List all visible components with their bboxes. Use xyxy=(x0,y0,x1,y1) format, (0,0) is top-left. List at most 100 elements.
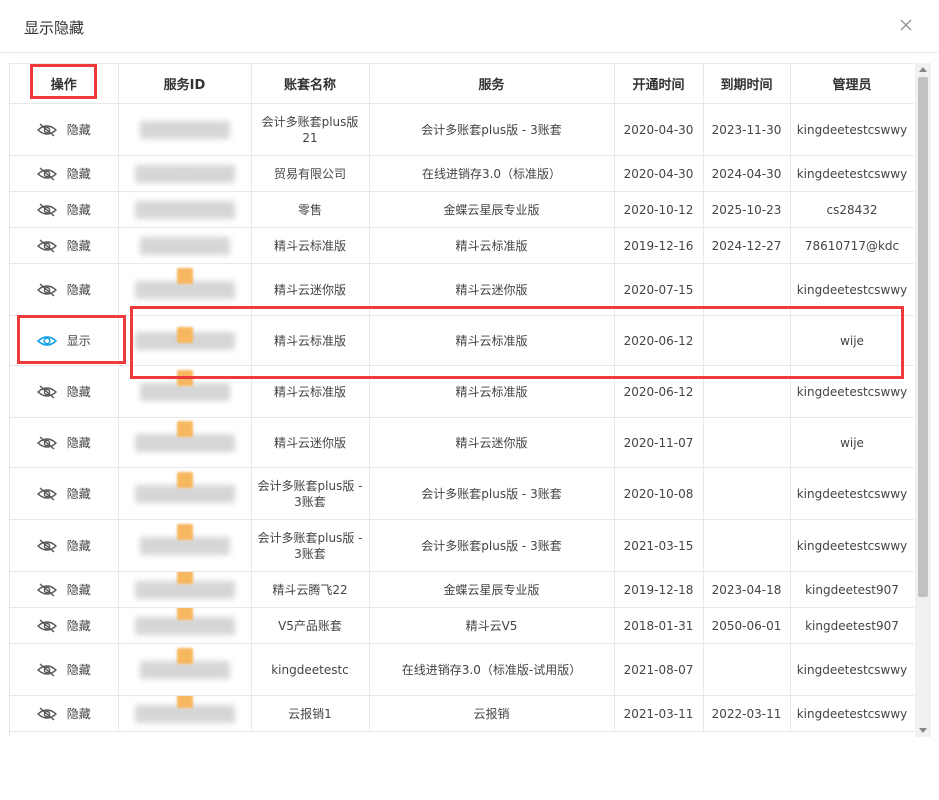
op-label: 显示 xyxy=(66,333,91,348)
service-cell: 会计多账套plus版 - 3账套 xyxy=(369,519,615,572)
expire-time-cell: 2023-04-18 xyxy=(703,571,791,608)
redacted-blur xyxy=(134,200,235,219)
service-id-cell xyxy=(118,695,252,732)
expire-time-cell xyxy=(703,417,791,468)
eye-closed-icon xyxy=(36,122,57,137)
eye-closed-icon xyxy=(36,238,57,253)
table-header-row: 操作 服务ID 账套名称 服务 开通时间 到期时间 管理员 xyxy=(10,63,914,104)
open-time-cell: 2018-01-31 xyxy=(614,607,704,644)
redacted-badge xyxy=(176,523,193,540)
col-header-expire-time: 到期时间 xyxy=(703,63,791,104)
service-table: 操作 服务ID 账套名称 服务 开通时间 到期时间 管理员 隐藏 7 0 会计多… xyxy=(10,63,914,732)
op-label: 隐藏 xyxy=(66,282,91,297)
table-row: 隐藏 7 0 会计多账套plus版21 会计多账套plus版 - 3账套 202… xyxy=(10,103,914,156)
redacted-badge xyxy=(176,420,193,437)
account-name-cell: 精斗云迷你版 xyxy=(251,263,370,316)
expire-time-cell: 2023-11-30 xyxy=(703,103,791,156)
close-icon[interactable] xyxy=(895,14,917,36)
open-time-cell: 2020-11-07 xyxy=(614,417,704,468)
table-row: 隐藏 精斗云标准版 精斗云标准版 2019-12-16 2024-12-27 7… xyxy=(10,227,914,264)
open-time-cell: 2020-04-30 xyxy=(614,103,704,156)
hide-toggle-button[interactable]: 隐藏 xyxy=(16,435,112,451)
table-row: 隐藏 精斗云迷你版 精斗云迷你版 2020-11-07 wije xyxy=(10,417,914,468)
service-id-cell xyxy=(118,607,252,644)
account-name-cell: 会计多账套plus版21 xyxy=(251,103,370,156)
open-time-cell: 2020-06-12 xyxy=(614,315,704,366)
eye-closed-icon xyxy=(36,202,57,217)
hide-toggle-button[interactable]: 隐藏 xyxy=(16,282,112,298)
hide-toggle-button[interactable]: 隐藏 xyxy=(16,538,112,554)
expire-time-cell xyxy=(703,643,791,696)
redacted-badge xyxy=(176,369,193,386)
expire-time-cell: 2050-06-01 xyxy=(703,607,791,644)
hide-toggle-button[interactable]: 隐藏 xyxy=(16,618,112,634)
table-row: 隐藏 kingdeetestc 在线进销存3.0（标准版-试用版） 2021-0… xyxy=(10,643,914,696)
redacted-badge xyxy=(176,326,193,343)
expire-time-cell xyxy=(703,519,791,572)
op-label: 隐藏 xyxy=(66,538,91,553)
dialog-title: 显示隐藏 xyxy=(24,19,85,37)
redacted-badge xyxy=(176,607,193,620)
eye-closed-icon xyxy=(36,282,57,297)
col-header-op: 操作 xyxy=(10,63,119,104)
account-name-cell: 精斗云标准版 xyxy=(251,227,370,264)
eye-closed-icon xyxy=(36,538,57,553)
service-id-cell xyxy=(118,417,252,468)
account-name-cell: 会计多账套plus版 - 3账套 xyxy=(251,467,370,520)
col-header-account: 账套名称 xyxy=(251,63,370,104)
op-cell: 显示 xyxy=(10,315,119,366)
hide-toggle-button[interactable]: 隐藏 xyxy=(16,384,112,400)
service-cell: 会计多账套plus版 - 3账套 xyxy=(369,103,615,156)
service-cell: 在线进销存3.0（标准版） xyxy=(369,155,615,192)
scroll-up-icon[interactable] xyxy=(919,67,927,72)
table-row: 隐藏 会计多账套plus版 - 3账套 会计多账套plus版 - 3账套 202… xyxy=(10,467,914,520)
service-id-cell: 796 xyxy=(118,315,252,366)
op-cell: 隐藏 xyxy=(10,607,119,644)
service-cell: 精斗云标准版 xyxy=(369,365,615,418)
eye-closed-icon xyxy=(36,486,57,501)
scroll-thumb[interactable] xyxy=(918,77,928,597)
op-label: 隐藏 xyxy=(66,662,91,677)
hide-toggle-button[interactable]: 隐藏 xyxy=(16,202,112,218)
hide-toggle-button[interactable]: 隐藏 xyxy=(16,582,112,598)
hide-toggle-button[interactable]: 隐藏 xyxy=(16,122,112,138)
expire-time-cell: 2025-10-23 xyxy=(703,191,791,228)
service-id-cell xyxy=(118,467,252,520)
admin-cell: kingdeetestcswwy xyxy=(790,695,914,732)
dialog-header: 显示隐藏 xyxy=(0,0,939,53)
scroll-down-icon[interactable] xyxy=(919,728,927,733)
hide-toggle-button[interactable]: 隐藏 xyxy=(16,662,112,678)
col-header-admin: 管理员 xyxy=(790,63,914,104)
open-time-cell: 2019-12-16 xyxy=(614,227,704,264)
service-cell: 金蝶云星辰专业版 xyxy=(369,571,615,608)
redacted-badge xyxy=(176,647,193,664)
hide-toggle-button[interactable]: 隐藏 xyxy=(16,238,112,254)
table-row: 隐藏 精斗云标准版 精斗云标准版 2020-06-12 kingdeetestc… xyxy=(10,365,914,418)
redacted-badge xyxy=(176,267,193,284)
col-header-service: 服务 xyxy=(369,63,615,104)
table-row: 隐藏 7 6 贸易有限公司 在线进销存3.0（标准版） 2020-04-30 2… xyxy=(10,155,914,192)
op-label: 隐藏 xyxy=(66,238,91,253)
service-id-cell-content: 796 xyxy=(125,326,245,350)
expire-time-cell: 2022-03-11 xyxy=(703,695,791,732)
open-time-cell: 2020-06-12 xyxy=(614,365,704,418)
account-name-cell: 贸易有限公司 xyxy=(251,155,370,192)
show-toggle-button[interactable]: 显示 xyxy=(16,333,112,349)
expire-time-cell: 2024-04-30 xyxy=(703,155,791,192)
admin-cell: kingdeetestcswwy xyxy=(790,155,914,192)
service-id-cell-content: 7 6 xyxy=(125,164,245,183)
service-id-cell-content: 7 0 xyxy=(125,120,245,139)
eye-closed-icon xyxy=(36,166,57,181)
account-name-cell: 精斗云标准版 xyxy=(251,315,370,366)
table-row: 隐藏 精斗云腾飞22 金蝶云星辰专业版 2019-12-18 2023-04-1… xyxy=(10,571,914,608)
admin-cell: kingdeetestcswwy xyxy=(790,103,914,156)
hide-toggle-button[interactable]: 隐藏 xyxy=(16,486,112,502)
table-row: 隐藏 V5产品账套 精斗云V5 2018-01-31 2050-06-01 ki… xyxy=(10,607,914,644)
vertical-scrollbar[interactable] xyxy=(915,63,931,737)
hide-toggle-button[interactable]: 隐藏 xyxy=(16,706,112,722)
op-cell: 隐藏 xyxy=(10,695,119,732)
eye-closed-icon xyxy=(36,662,57,677)
open-time-cell: 2021-03-11 xyxy=(614,695,704,732)
account-name-cell: 精斗云腾飞22 xyxy=(251,571,370,608)
hide-toggle-button[interactable]: 隐藏 xyxy=(16,166,112,182)
